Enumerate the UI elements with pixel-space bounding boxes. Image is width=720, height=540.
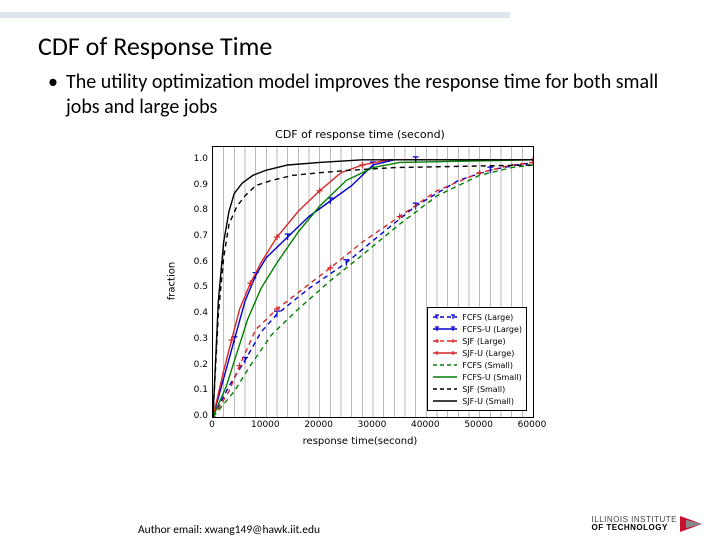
x-tick-label: 50000 <box>464 420 493 430</box>
legend: FCFS (Large) FCFS-U (Large) SJF (Large) SJF… <box>427 307 527 411</box>
legend-label: SJF (Small) <box>462 385 505 394</box>
chart-title: CDF of response time (second) <box>275 128 445 141</box>
legend-row: SJF (Small) <box>432 383 522 395</box>
y-tick-label: 0.3 <box>194 334 208 344</box>
institution-logo: ILLINOIS INSTITUTE OF TECHNOLOGY <box>592 514 702 534</box>
bullet-dot: • <box>48 70 66 94</box>
legend-label: SJF (Large) <box>462 337 505 346</box>
y-tick-label: 0.2 <box>194 360 208 370</box>
y-tick-label: 0.7 <box>194 231 208 241</box>
bullet-text: The utility optimization model improves … <box>66 70 670 120</box>
logo-triangle-icon <box>680 514 702 534</box>
y-tick-label: 0.1 <box>194 385 208 395</box>
logo-line2: OF TECHNOLOGY <box>592 524 677 532</box>
footer-author-email: Author email: xwang149@hawk.iit.edu <box>138 523 320 537</box>
slide-title: CDF of Response Time <box>38 30 720 62</box>
x-tick-label: 10000 <box>251 420 280 430</box>
legend-row: SJF-U (Large) <box>432 347 522 359</box>
y-tick-label: 0.9 <box>194 180 208 190</box>
x-tick-label: 60000 <box>518 420 547 430</box>
y-tick-label: 1.0 <box>194 154 208 164</box>
legend-row: SJF-U (Small) <box>432 395 522 407</box>
legend-row: FCFS-U (Small) <box>432 371 522 383</box>
y-axis-label: fraction <box>167 262 178 300</box>
y-tick-label: 0.8 <box>194 205 208 215</box>
legend-row: SJF (Large) <box>432 335 522 347</box>
legend-row: FCFS (Small) <box>432 359 522 371</box>
y-tick-label: 0.4 <box>194 308 208 318</box>
y-tick-label: 0.5 <box>194 282 208 292</box>
logo-text: ILLINOIS INSTITUTE OF TECHNOLOGY <box>592 516 677 532</box>
x-tick-label: 40000 <box>411 420 440 430</box>
legend-label: FCFS (Small) <box>462 361 513 370</box>
bullet-row: • The utility optimization model improve… <box>48 70 670 120</box>
chart-figure: CDF of response time (second) response t… <box>160 126 560 452</box>
x-tick-label: 30000 <box>358 420 387 430</box>
legend-row: FCFS (Large) <box>432 311 522 323</box>
legend-label: FCFS-U (Large) <box>462 325 522 334</box>
legend-row: FCFS-U (Large) <box>432 323 522 335</box>
top-accent-bar <box>0 0 720 18</box>
legend-label: SJF-U (Small) <box>462 397 514 406</box>
legend-label: SJF-U (Large) <box>462 349 514 358</box>
x-tick-label: 20000 <box>304 420 333 430</box>
y-tick-label: 0.0 <box>194 411 208 421</box>
legend-label: FCFS-U (Small) <box>462 373 521 382</box>
plot-area: FCFS (Large) FCFS-U (Large) SJF (Large) SJF… <box>212 146 534 418</box>
legend-label: FCFS (Large) <box>462 313 513 322</box>
accent-stripe <box>0 12 510 18</box>
x-axis-label: response time(second) <box>303 436 418 447</box>
x-tick-label: 0 <box>209 420 215 430</box>
y-tick-label: 0.6 <box>194 257 208 267</box>
